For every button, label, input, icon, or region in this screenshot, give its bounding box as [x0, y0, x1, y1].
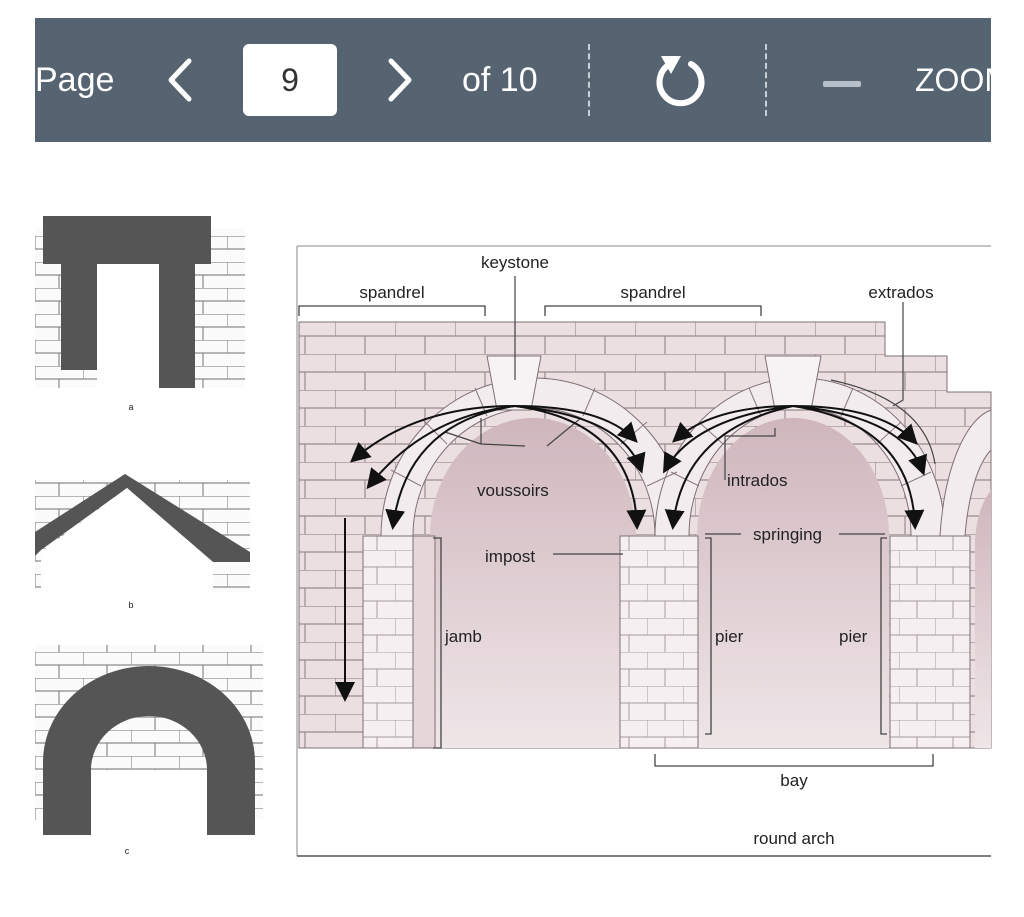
page-label: Page	[35, 61, 115, 99]
spandrel-left-bracket	[298, 305, 486, 316]
page-number-input[interactable]: 9	[243, 44, 337, 116]
viewer-toolbar: Page 9 of 10 ZOOM	[35, 18, 991, 142]
pier-middle	[619, 535, 699, 749]
label-voussoirs: voussoirs	[477, 481, 549, 500]
arch-opening-partial	[975, 490, 991, 748]
arch-opening-right	[697, 418, 889, 748]
toolbar-divider	[588, 44, 590, 116]
corbel-sketch: b	[35, 474, 250, 610]
panel-label-a: a	[128, 402, 133, 412]
label-pier-left: pier	[715, 627, 744, 646]
label-spandrel-right: spandrel	[620, 283, 685, 302]
keystone-right	[764, 355, 822, 411]
jamb-side	[412, 535, 436, 749]
label-pier-right: pier	[839, 627, 868, 646]
figure-caption: round arch	[753, 829, 834, 848]
rotate-icon[interactable]	[653, 52, 709, 113]
round-arch-sketch: c	[35, 645, 263, 856]
post-lintel-sketch: a	[35, 216, 245, 412]
toolbar-divider	[765, 44, 767, 116]
panel-label-b: b	[128, 600, 133, 610]
label-jamb: jamb	[444, 627, 482, 646]
page-count: of 10	[462, 61, 538, 99]
panel-label-c: c	[125, 846, 130, 856]
pier-right	[889, 535, 971, 749]
label-impost: impost	[485, 547, 535, 566]
label-extrados: extrados	[868, 283, 933, 302]
zoom-out-icon[interactable]	[823, 76, 861, 94]
zoom-label[interactable]: ZOOM	[915, 18, 991, 142]
arch-opening-left	[430, 418, 636, 748]
label-keystone: keystone	[481, 253, 549, 272]
arch-diagram: a b c keystone spandrel spandrel extrado…	[35, 210, 995, 870]
spandrel-right-bracket	[544, 305, 762, 316]
bay-bracket	[654, 754, 934, 767]
label-intrados: intrados	[727, 471, 787, 490]
keystone-left	[486, 355, 542, 411]
jamb-column	[362, 535, 414, 749]
chevron-right-icon[interactable]	[381, 55, 417, 110]
label-spandrel-left: spandrel	[359, 283, 424, 302]
label-bay: bay	[780, 771, 808, 790]
chevron-left-icon[interactable]	[163, 55, 199, 110]
label-springing: springing	[753, 525, 822, 544]
